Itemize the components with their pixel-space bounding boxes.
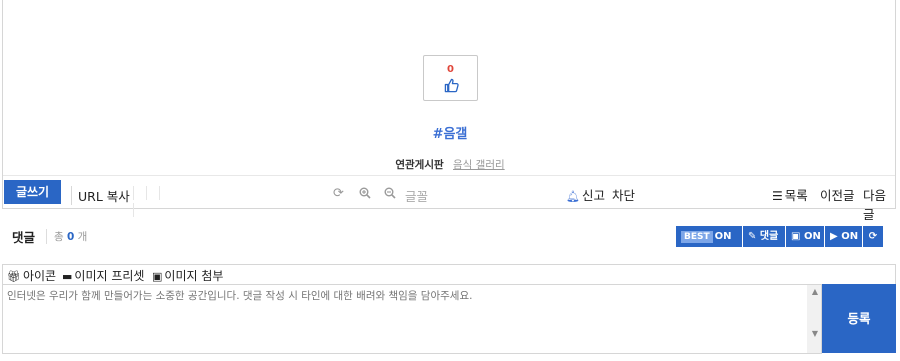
- list-label: 목록: [784, 188, 808, 203]
- best-label: BEST: [681, 231, 713, 243]
- post-toolbar: 글쓰기 URL 복사 ⟳ 글꼴 🔔︎ 신고 차단 ☰ 목록 이전글 다음글: [3, 175, 895, 222]
- report-label: 신고: [581, 188, 605, 203]
- report-button[interactable]: 🔔︎ 신고: [566, 185, 605, 204]
- comment-textarea[interactable]: [3, 285, 821, 353]
- block-button[interactable]: 차단: [612, 185, 635, 204]
- image-preset-button[interactable]: ▬ 이미지 프리셋: [62, 267, 144, 284]
- image-toggle-button[interactable]: ▣ ON: [786, 226, 824, 247]
- video-toggle-button[interactable]: ▶ ON: [825, 226, 862, 247]
- post-tag[interactable]: #음갤: [3, 123, 897, 142]
- prev-post-button[interactable]: 이전글: [820, 185, 855, 204]
- next-post-button[interactable]: 다음글: [863, 185, 895, 223]
- pencil-icon: ✎: [748, 231, 757, 242]
- comment-toggle-label: 댓글: [759, 231, 779, 242]
- comment-controls: BEST ON ✎ 댓글 ▣ ON ▶ ON ⟳: [676, 226, 884, 247]
- recommend-button[interactable]: 0: [423, 55, 478, 101]
- refresh-icon[interactable]: ⟳: [333, 186, 344, 201]
- icon-option-label: 아이콘: [22, 269, 57, 283]
- image-icon: ▣: [791, 231, 801, 242]
- comments-total: 총 0 개: [46, 229, 87, 244]
- related-board-label: 연관게시판: [395, 159, 444, 171]
- list-icon: ☰: [772, 189, 783, 203]
- image-preset-label: 이미지 프리셋: [74, 269, 145, 283]
- image-attach-label: 이미지 첨부: [164, 269, 224, 283]
- gift-icon: 🎁︎: [7, 270, 21, 283]
- recommend-count: 0: [447, 64, 454, 75]
- list-button[interactable]: ☰ 목록: [772, 185, 808, 204]
- comment-form-options: 🎁︎ 아이콘 ▬ 이미지 프리셋 ▣ 이미지 첨부: [2, 264, 896, 284]
- zoom-out-icon[interactable]: [384, 187, 396, 199]
- image-toggle-state: ON: [803, 231, 821, 242]
- related-board: 연관게시판 음식 갤러리: [3, 157, 897, 172]
- image-attach-button[interactable]: ▣ 이미지 첨부: [152, 267, 223, 284]
- comment-scrollbar[interactable]: ▲ ▼: [807, 285, 821, 353]
- thumbs-up-icon: [444, 78, 459, 93]
- icon-option-button[interactable]: 🎁︎ 아이콘: [7, 267, 56, 284]
- video-icon: ▶: [830, 231, 838, 242]
- scroll-up-icon[interactable]: ▲: [812, 287, 818, 296]
- scroll-down-icon[interactable]: ▼: [812, 329, 818, 338]
- picture-icon: ▣: [152, 270, 163, 283]
- comments-title: 댓글: [12, 230, 36, 245]
- comment-textarea-wrapper: ▲ ▼: [2, 284, 822, 354]
- best-state: ON: [714, 231, 732, 242]
- comment-toggle-button[interactable]: ✎ 댓글: [743, 226, 785, 247]
- submit-comment-button[interactable]: 등록: [822, 284, 896, 353]
- refresh-comments-button[interactable]: ⟳: [863, 226, 883, 247]
- bell-icon: 🔔︎: [566, 190, 580, 203]
- font-button[interactable]: 글꼴: [405, 186, 428, 205]
- zoom-in-icon[interactable]: [359, 187, 371, 199]
- write-button[interactable]: 글쓰기: [4, 180, 61, 204]
- share-separator: [133, 186, 183, 217]
- comments-total-suffix: 개: [77, 231, 88, 243]
- url-copy-button[interactable]: URL 복사: [71, 186, 130, 205]
- video-toggle-state: ON: [841, 231, 859, 242]
- related-board-link[interactable]: 음식 갤러리: [453, 159, 505, 171]
- best-toggle-button[interactable]: BEST ON: [676, 226, 742, 247]
- refresh-icon: ⟳: [868, 231, 878, 242]
- comments-count: 0: [67, 231, 75, 243]
- comments-total-prefix: 총: [54, 231, 64, 243]
- archive-icon: ▬: [62, 270, 73, 283]
